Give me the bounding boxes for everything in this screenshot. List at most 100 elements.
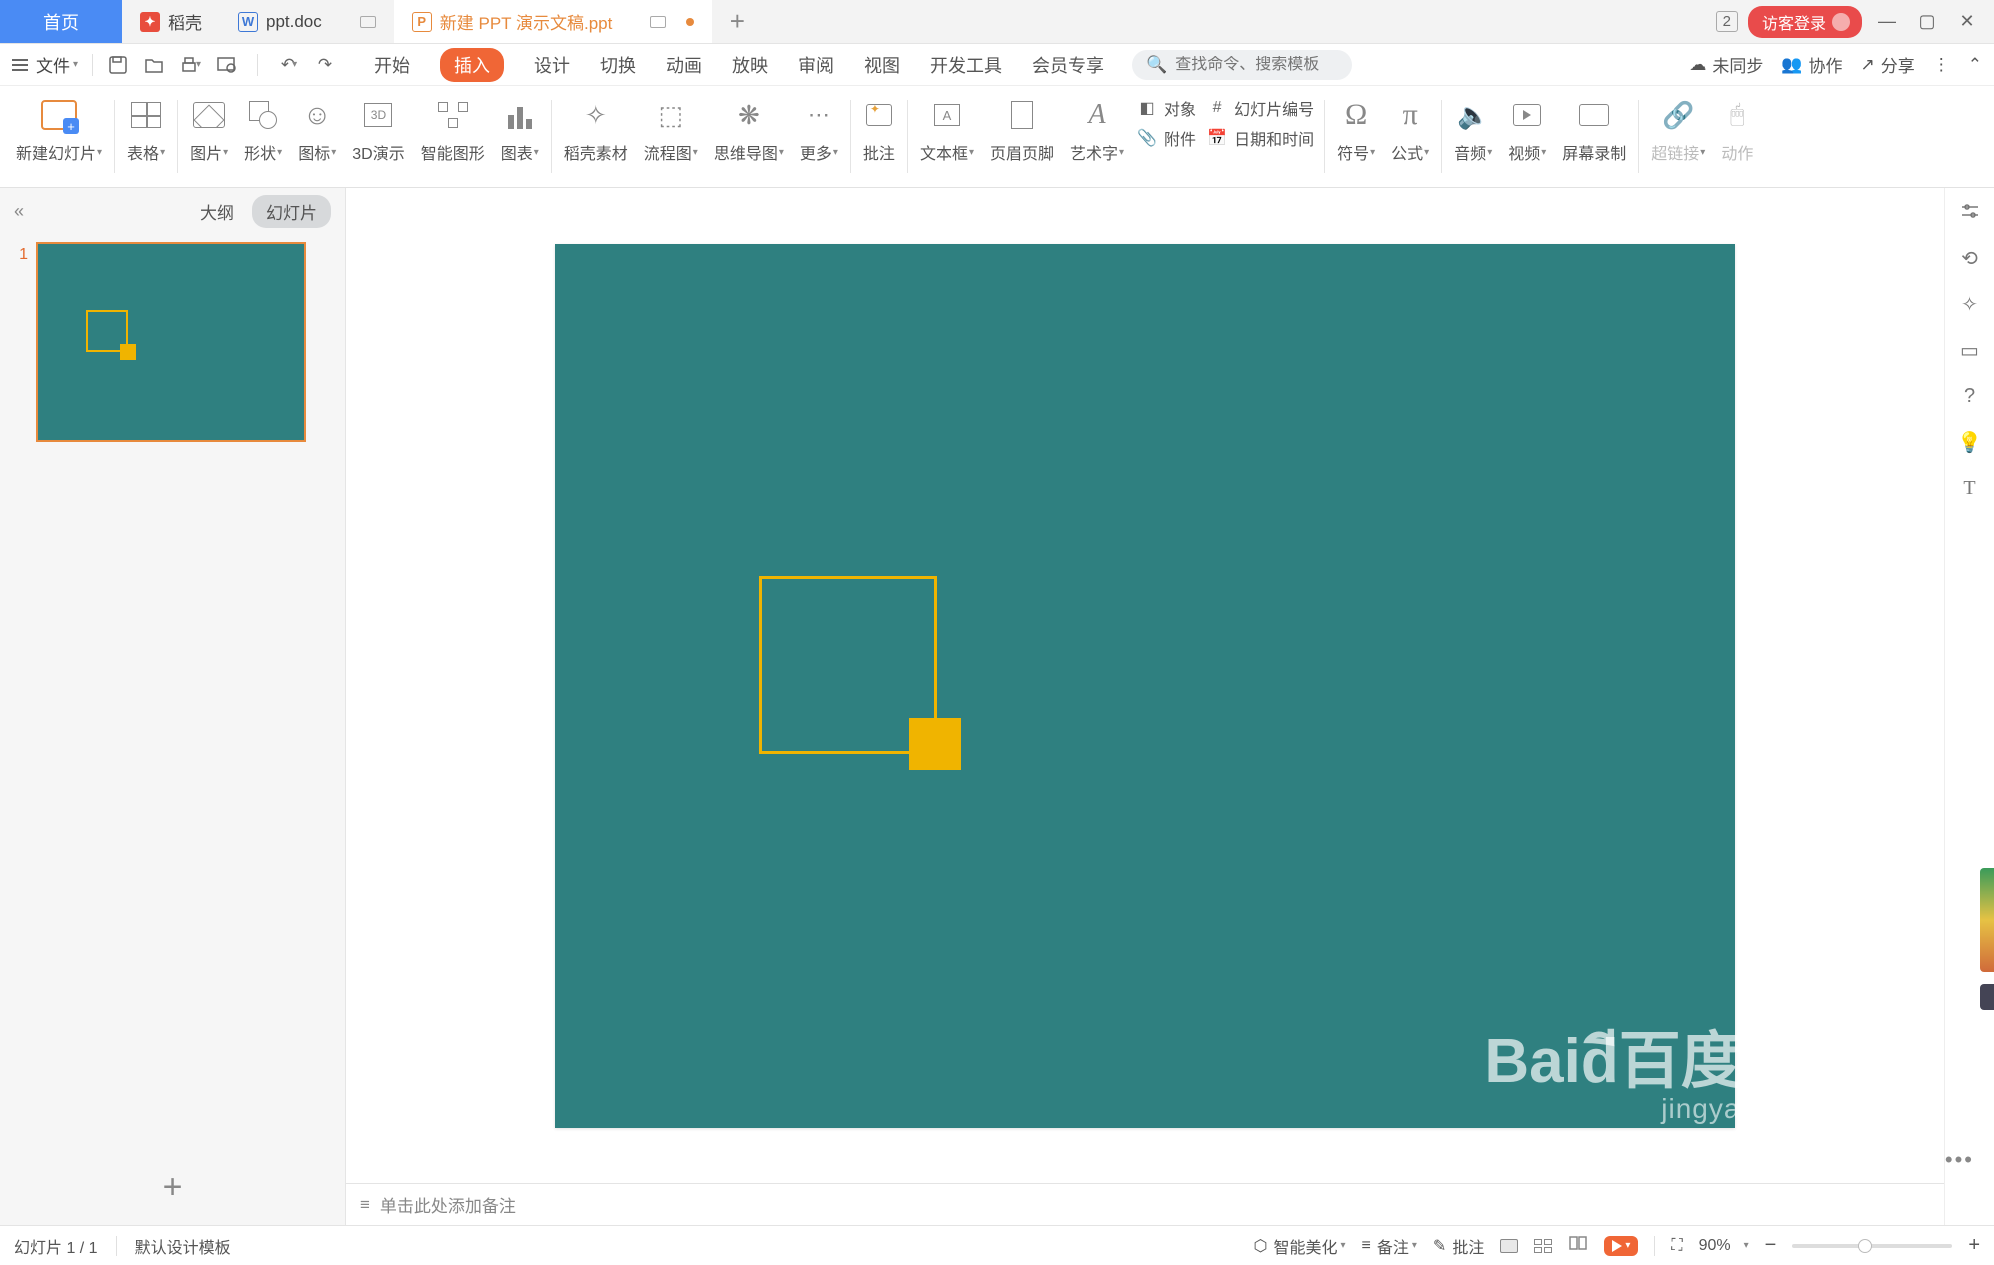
slide-1[interactable] xyxy=(555,244,1735,1128)
print-icon[interactable]: ▾ xyxy=(179,54,201,76)
share-button[interactable]: ↗分享 xyxy=(1861,52,1915,77)
sliders-icon[interactable] xyxy=(1958,200,1982,224)
object-button[interactable]: ◧对象 xyxy=(1138,96,1196,120)
notification-badge[interactable]: 2 xyxy=(1716,11,1738,32)
notes-toggle[interactable]: ≡备注▾ xyxy=(1362,1234,1417,1258)
tab-review[interactable]: 审阅 xyxy=(798,52,834,78)
object-icon: ◧ xyxy=(1138,99,1156,117)
more-icon[interactable]: ⋮ xyxy=(1933,55,1950,75)
doke-resource-button[interactable]: ✧ 稻壳素材 xyxy=(556,94,636,187)
login-button[interactable]: 访客登录 xyxy=(1748,6,1862,38)
tab-doc[interactable]: W ppt.doc xyxy=(220,0,394,43)
notes-bar[interactable]: ≡ 单击此处添加备注 ••• xyxy=(346,1183,1944,1225)
search-icon: 🔍 xyxy=(1146,55,1167,75)
zoom-label[interactable]: 90% xyxy=(1699,1237,1731,1255)
formula-button[interactable]: π 公式▾ xyxy=(1383,94,1437,187)
undo-icon[interactable]: ↶▾ xyxy=(278,54,300,76)
adjust-icon[interactable]: ⟲ xyxy=(1958,246,1982,270)
slide-thumbnail-1[interactable] xyxy=(36,242,306,442)
screen-record-button[interactable]: 屏幕录制 xyxy=(1554,94,1634,187)
shape-filled-square[interactable] xyxy=(909,718,961,770)
preview-icon[interactable] xyxy=(215,54,237,76)
zoom-in-button[interactable]: + xyxy=(1968,1234,1980,1257)
shape-button[interactable]: 形状▾ xyxy=(236,94,290,187)
text-icon[interactable]: T xyxy=(1958,476,1982,500)
tab-slideshow[interactable]: 放映 xyxy=(732,52,768,78)
slide-canvas[interactable]: Baidี百度 经验 jingyan.baidu.com xyxy=(346,188,1944,1183)
audio-button[interactable]: 🔈 音频▾ xyxy=(1446,94,1500,187)
chart-button[interactable]: 图表▾ xyxy=(493,94,547,187)
zoom-slider[interactable] xyxy=(1792,1244,1952,1248)
template-label[interactable]: 默认设计模板 xyxy=(135,1234,231,1258)
outline-tab[interactable]: 大纲 xyxy=(200,199,234,224)
video-button[interactable]: 视频▾ xyxy=(1500,94,1554,187)
redo-icon[interactable]: ↷ xyxy=(314,54,336,76)
tab-transition[interactable]: 切换 xyxy=(600,52,636,78)
tab-member[interactable]: 会员专享 xyxy=(1032,52,1104,78)
wordart-button[interactable]: A 艺术字▾ xyxy=(1062,94,1132,187)
tab-ppt-active[interactable]: P 新建 PPT 演示文稿.ppt xyxy=(394,0,713,43)
bulb-icon[interactable]: 💡 xyxy=(1958,430,1982,454)
beautify-button[interactable]: ⬡智能美化▾ xyxy=(1254,1234,1346,1258)
icon-button[interactable]: ☺ 图标▾ xyxy=(290,94,344,187)
datetime-button[interactable]: 📅日期和时间 xyxy=(1208,126,1314,150)
chevron-down-icon: ▾ xyxy=(73,59,78,70)
zoom-knob[interactable] xyxy=(1858,1239,1872,1253)
normal-view-icon[interactable] xyxy=(1500,1239,1518,1253)
close-button[interactable]: ✕ xyxy=(1952,7,1982,37)
tab-doke[interactable]: ✦ 稻壳 xyxy=(122,0,220,43)
sorter-view-icon[interactable] xyxy=(1534,1239,1552,1253)
comment-toggle[interactable]: ✎批注 xyxy=(1433,1234,1484,1258)
mindmap-button[interactable]: ❋ 思维导图▾ xyxy=(706,94,792,187)
tab-animation[interactable]: 动画 xyxy=(666,52,702,78)
dark-tab-icon[interactable] xyxy=(1980,984,1994,1010)
picture-button[interactable]: 图片▾ xyxy=(182,94,236,187)
collapse-ribbon-icon[interactable]: ⌃ xyxy=(1968,55,1982,75)
tab-view[interactable]: 视图 xyxy=(864,52,900,78)
smartart-button[interactable]: 智能图形 xyxy=(413,94,493,187)
save-icon[interactable] xyxy=(107,54,129,76)
textbox-button[interactable]: A 文本框▾ xyxy=(912,94,982,187)
add-slide-button[interactable]: + xyxy=(0,1150,345,1225)
tab-insert[interactable]: 插入 xyxy=(440,48,504,82)
slideshow-button[interactable]: ▾ xyxy=(1604,1236,1638,1256)
reading-view-icon[interactable] xyxy=(1568,1235,1588,1256)
unsync-button[interactable]: ☁未同步 xyxy=(1689,52,1763,77)
file-menu[interactable]: 文件▾ xyxy=(36,52,78,77)
more-button[interactable]: ⋯ 更多▾ xyxy=(792,94,846,187)
fit-icon[interactable]: ⛶ xyxy=(1671,1237,1682,1255)
search-box[interactable]: 🔍 xyxy=(1132,50,1352,80)
collapse-panel-icon[interactable]: « xyxy=(14,201,24,222)
tab-start[interactable]: 开始 xyxy=(374,52,410,78)
search-input[interactable] xyxy=(1175,56,1338,74)
help-icon[interactable]: ? xyxy=(1958,384,1982,408)
symbol-button[interactable]: Ω 符号▾ xyxy=(1329,94,1383,187)
slides-tab[interactable]: 幻灯片 xyxy=(252,195,331,228)
more-options-icon[interactable]: ••• xyxy=(1945,1147,1974,1173)
minimize-button[interactable]: — xyxy=(1872,7,1902,37)
comment-button[interactable]: ✦ 批注 xyxy=(855,94,903,187)
hyperlink-button: 🔗 超链接▾ xyxy=(1643,94,1713,187)
tab-home[interactable]: 首页 xyxy=(0,0,122,43)
slidenum-button[interactable]: #幻灯片编号 xyxy=(1208,96,1314,120)
flowchart-button[interactable]: ⬚ 流程图▾ xyxy=(636,94,706,187)
new-slide-button[interactable]: 新建幻灯片▾ xyxy=(8,94,110,187)
menu-icon[interactable] xyxy=(12,59,28,71)
paw-icon xyxy=(1824,969,1904,1029)
tab-devtools[interactable]: 开发工具 xyxy=(930,52,1002,78)
maximize-button[interactable]: ▢ xyxy=(1912,7,1942,37)
color-tab-icon[interactable] xyxy=(1980,868,1994,972)
new-tab-button[interactable]: + xyxy=(712,0,762,43)
video-icon xyxy=(1513,104,1541,126)
collab-button[interactable]: 👥协作 xyxy=(1781,52,1842,77)
zoom-out-button[interactable]: − xyxy=(1765,1234,1777,1257)
template-icon[interactable]: ▭ xyxy=(1958,338,1982,362)
tab-design[interactable]: 设计 xyxy=(534,52,570,78)
open-icon[interactable] xyxy=(143,54,165,76)
shape-icon xyxy=(249,101,277,129)
table-button[interactable]: 表格▾ xyxy=(119,94,173,187)
attach-button[interactable]: 📎附件 xyxy=(1138,126,1196,150)
star-icon[interactable]: ✧ xyxy=(1958,292,1982,316)
3d-button[interactable]: 3D 3D演示 xyxy=(344,94,412,187)
header-footer-button[interactable]: 页眉页脚 xyxy=(982,94,1062,187)
